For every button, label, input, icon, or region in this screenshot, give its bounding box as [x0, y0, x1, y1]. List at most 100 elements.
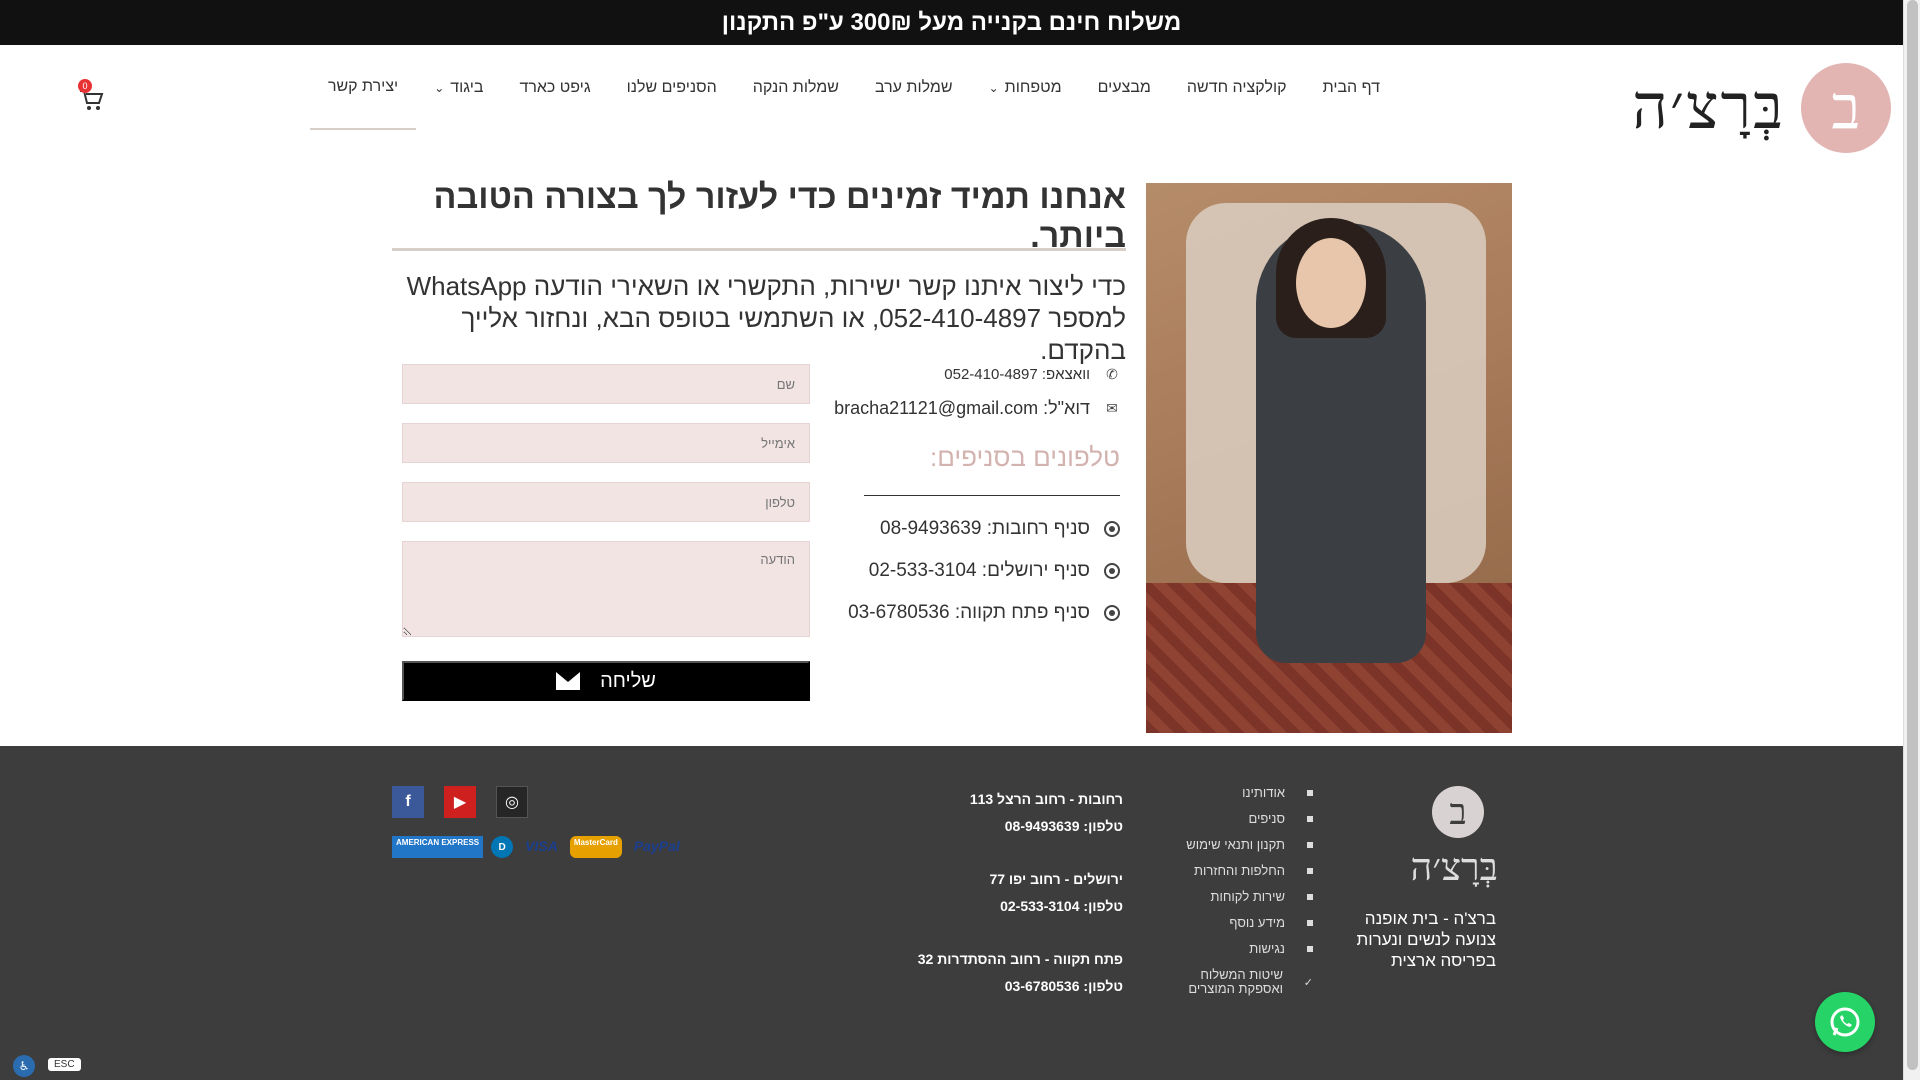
footer-link-branches[interactable]: סניפים: [1173, 812, 1313, 826]
nav-label: שמלות הנקה: [752, 78, 839, 96]
site-header: ב בְּרָצ׳ה דף הבית קולקציה חדשה מבצעים מ…: [0, 45, 1903, 153]
logo-emblem: ב: [1801, 63, 1891, 153]
email-field[interactable]: [402, 423, 810, 463]
radio-dot-icon: [1104, 521, 1120, 537]
whatsapp-contact[interactable]: ✆ וואצאפ: 052-410-4897: [820, 360, 1120, 388]
phone-field[interactable]: [402, 482, 810, 522]
nav-item-headscarves[interactable]: מטפחות ⌄: [971, 45, 1080, 130]
diners-icon: D: [491, 836, 514, 858]
branch-phone-text: סניף רחובות: 08-9493639: [880, 518, 1090, 539]
footer-branches: רחובות - רחוב הרצל 113 טלפון: 08-9493639 …: [903, 786, 1123, 1026]
scrollbar-thumb[interactable]: [1907, 0, 1918, 1070]
footer-logo-emblem: ב: [1432, 786, 1484, 838]
logo-wordmark: בְּרָצ׳ה: [1632, 73, 1785, 142]
footer-branch-rehovot: רחובות - רחוב הרצל 113 טלפון: 08-9493639: [903, 786, 1123, 840]
footer-link-label: מידע נוסף: [1229, 915, 1285, 930]
nav-item-home[interactable]: דף הבית: [1305, 45, 1398, 130]
footer-link-accessibility[interactable]: נגישות: [1173, 942, 1313, 956]
nav-item-branches[interactable]: הסניפים שלנו: [609, 45, 735, 130]
radio-dot-icon: [1104, 563, 1120, 579]
contact-form: שליחה: [402, 364, 810, 701]
heading-divider: [392, 248, 1126, 251]
name-field[interactable]: [402, 364, 810, 404]
bullet-icon: [1307, 946, 1313, 952]
whatsapp-float-button[interactable]: [1815, 992, 1875, 1052]
branch-phone-text: סניף פתח תקווה: 03-6780536: [848, 602, 1090, 623]
facebook-icon[interactable]: f: [392, 786, 424, 818]
contact-details: ✆ וואצאפ: 052-410-4897 ✉ דוא"ל: bracha21…: [820, 360, 1120, 644]
payment-methods: AMERICAN EXPRESS D VISA MasterCard PayPa…: [392, 836, 684, 858]
nav-label: קולקציה חדשה: [1186, 78, 1287, 96]
cart-count-badge: 0: [78, 79, 92, 93]
whatsapp-icon: [1830, 1007, 1860, 1037]
bullet-icon: [1307, 816, 1313, 822]
bullet-icon: [1307, 920, 1313, 926]
branch-phone-petah-tikva[interactable]: סניף פתח תקווה: 03-6780536: [820, 602, 1120, 624]
accessibility-icon: ♿: [13, 1055, 35, 1077]
instagram-icon[interactable]: ◎: [496, 786, 528, 818]
site-logo[interactable]: ב בְּרָצ׳ה: [1632, 63, 1891, 153]
footer-link-label: שיטות המשלוח ואספקת המוצרים: [1188, 967, 1283, 996]
branch-phone[interactable]: טלפון: 02-533-3104: [903, 893, 1123, 920]
footer-link-more-info[interactable]: מידע נוסף: [1173, 916, 1313, 930]
visa-icon: VISA: [525, 838, 558, 854]
nav-label: ביגוד: [450, 78, 484, 96]
paypal-icon: PayPal: [633, 838, 680, 854]
branches-divider: [864, 495, 1120, 496]
footer-link-returns[interactable]: החלפות והחזרות: [1173, 864, 1313, 878]
branch-address: רחובות - רחוב הרצל 113: [969, 791, 1123, 807]
bullet-icon: [1307, 868, 1313, 874]
social-links: f ▶ ◎: [392, 786, 528, 818]
mastercard-icon: MasterCard: [569, 836, 622, 858]
radio-dot-icon: [1104, 605, 1120, 621]
bullet-icon: [1307, 894, 1313, 900]
whatsapp-text: וואצאפ: 052-410-4897: [944, 365, 1090, 383]
branch-phone[interactable]: טלפון: 08-9493639: [903, 813, 1123, 840]
nav-label: דף הבית: [1322, 78, 1380, 96]
nav-label: הסניפים שלנו: [626, 78, 717, 96]
footer-link-customer-service[interactable]: שירות לקוחות: [1173, 890, 1313, 904]
esc-badge[interactable]: ESC: [48, 1058, 81, 1071]
youtube-icon[interactable]: ▶: [444, 786, 476, 818]
footer-branch-petah-tikva: פתח תקווה - רחוב ההסתדרות 32 טלפון: 03-67…: [903, 946, 1123, 1000]
nav-item-evening-dresses[interactable]: שמלות ערב: [857, 45, 971, 130]
footer-logo[interactable]: ב בְּרָצ׳ה: [1410, 786, 1498, 890]
message-field[interactable]: [402, 541, 810, 637]
branch-address: פתח תקווה - רחוב ההסתדרות 32: [917, 951, 1123, 967]
accessibility-widget[interactable]: ♿: [5, 1055, 35, 1077]
bullet-icon: [1307, 790, 1313, 796]
nav-label: גיפט כארד: [519, 78, 591, 96]
nav-label: יצירת קשר: [327, 77, 399, 95]
nav-label: מטפחות: [1004, 78, 1062, 96]
branch-phone-jerusalem[interactable]: סניף ירושלים: 02-533-3104: [820, 560, 1120, 582]
footer-link-label: נגישות: [1249, 941, 1285, 956]
whatsapp-icon: ✆: [1106, 365, 1118, 382]
photo-face: [1296, 238, 1366, 328]
nav-item-gift-card[interactable]: גיפט כארד: [501, 45, 608, 130]
nav-item-new-collection[interactable]: קולקציה חדשה: [1169, 45, 1305, 130]
branch-address: ירושלים - רחוב יפו 77: [989, 871, 1123, 887]
email-contact[interactable]: ✉ דוא"ל: bracha21121@gmail.com: [820, 394, 1120, 422]
branches-title: טלפונים בסניפים:: [930, 442, 1120, 472]
nav-item-contact[interactable]: יצירת קשר: [309, 45, 417, 130]
scrollbar[interactable]: [1903, 0, 1920, 1080]
nav-item-nursing-dresses[interactable]: שמלות הנקה: [735, 45, 857, 130]
envelope-icon: ✉: [1106, 399, 1118, 416]
send-button[interactable]: שליחה: [402, 661, 810, 701]
footer-link-about[interactable]: אודותינו: [1173, 786, 1313, 800]
footer-link-terms[interactable]: תקנון ותנאי שימוש: [1173, 838, 1313, 852]
nav-label: שמלות ערב: [874, 78, 953, 96]
footer-link-shipping[interactable]: ✓ שיטות המשלוח ואספקת המוצרים: [1173, 968, 1313, 996]
email-text: דוא"ל: bracha21121@gmail.com: [834, 397, 1090, 418]
contact-intro: כדי ליצור איתנו קשר ישירות, התקשרי או הש…: [406, 271, 1126, 365]
nav-item-clothing[interactable]: ביגוד ⌄: [416, 45, 501, 130]
hero-model-photo: [1146, 183, 1512, 733]
nav-item-sales[interactable]: מבצעים: [1080, 45, 1169, 130]
branch-phone[interactable]: טלפון: 03-6780536: [903, 973, 1123, 1000]
branch-phone-rehovot[interactable]: סניף רחובות: 08-9493639: [820, 518, 1120, 540]
page-heading: אנחנו תמיד זמינים כדי לעזור לך בצורה הטו…: [433, 178, 1126, 255]
footer-link-label: אודותינו: [1242, 785, 1285, 800]
check-icon: ✓: [1303, 977, 1313, 989]
footer-branch-jerusalem: ירושלים - רחוב יפו 77 טלפון: 02-533-3104: [903, 866, 1123, 920]
cart-button[interactable]: 0: [78, 79, 104, 113]
